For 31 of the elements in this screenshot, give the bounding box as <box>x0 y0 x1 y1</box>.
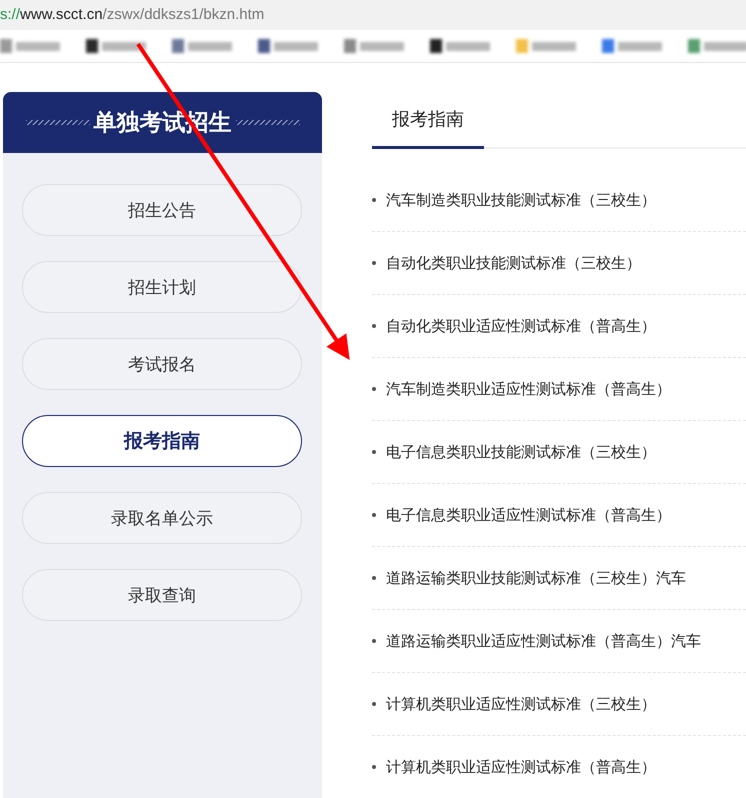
article-link[interactable]: 电子信息类职业适应性测试标准（普高生） <box>386 506 671 524</box>
sidebar-item[interactable]: 录取查询 <box>22 569 302 621</box>
section-tab[interactable]: 报考指南 <box>372 92 484 149</box>
article-link[interactable]: 汽车制造类职业适应性测试标准（普高生） <box>386 380 671 398</box>
article-link[interactable]: 电子信息类职业技能测试标准（三校生） <box>386 442 656 462</box>
address-field[interactable]: s://www.scct.cn/zswx/ddkszs1/bkzn.htm <box>0 0 746 30</box>
article-link[interactable]: 自动化类职业技能测试标准（三校生） <box>386 254 641 272</box>
sidebar-item[interactable]: 招生计划 <box>22 261 302 313</box>
sidebar-item[interactable]: 招生公告 <box>22 184 302 236</box>
bullet-icon <box>372 198 376 202</box>
bullet-icon <box>372 387 376 391</box>
bullet-icon <box>372 702 376 706</box>
article-link[interactable]: 计算机类职业适应性测试标准（三校生） <box>386 694 656 714</box>
article-link[interactable]: 汽车制造类职业技能测试标准（三校生） <box>386 190 656 210</box>
bullet-icon <box>372 261 376 265</box>
article-link[interactable]: 道路运输类职业适应性测试标准（普高生）汽车 <box>386 632 701 650</box>
bullet-icon <box>372 450 376 454</box>
bullet-icon <box>372 576 376 580</box>
bullet-icon <box>372 513 376 517</box>
blurred-bookmark[interactable] <box>86 38 146 54</box>
blurred-bookmark[interactable] <box>430 38 490 54</box>
blurred-bookmark[interactable] <box>258 38 318 54</box>
article-link[interactable]: 道路运输类职业技能测试标准（三校生）汽车 <box>386 568 686 588</box>
article-link[interactable]: 自动化类职业适应性测试标准（普高生） <box>386 316 656 336</box>
bullet-icon <box>372 324 376 328</box>
sidebar-item[interactable]: 考试报名 <box>22 338 302 390</box>
bullet-icon <box>372 639 376 643</box>
sidebar-item[interactable]: 报考指南 <box>22 415 302 467</box>
article-link[interactable]: 计算机类职业适应性测试标准（普高生） <box>386 758 656 776</box>
sidebar-item[interactable]: 录取名单公示 <box>22 492 302 544</box>
bullet-icon <box>372 765 376 769</box>
